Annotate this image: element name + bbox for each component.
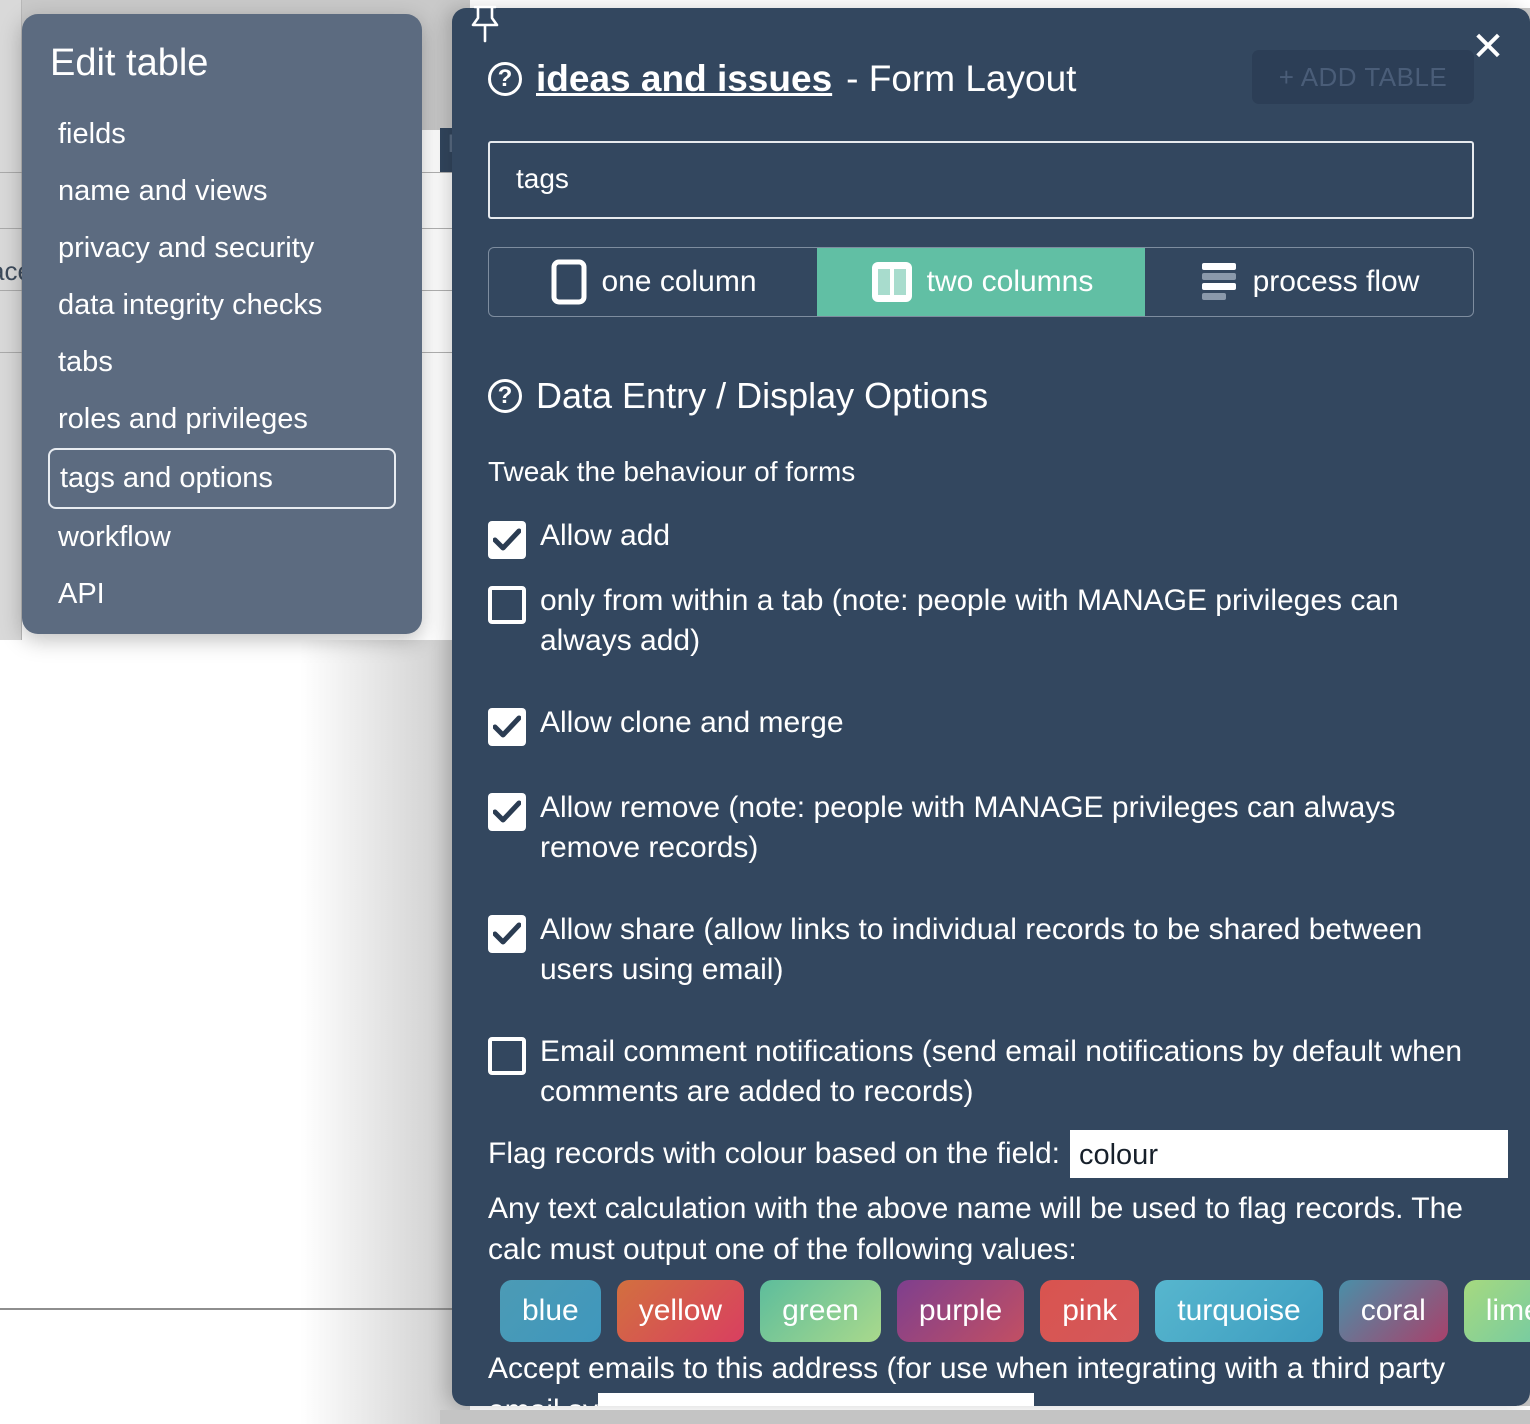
edit-table-menu: fields name and views privacy and securi… — [22, 106, 422, 623]
layout-option-label: one column — [601, 265, 757, 298]
background-sheet-divider — [0, 1308, 470, 1310]
colour-chip-blue[interactable]: blue — [500, 1280, 601, 1342]
colour-chip-turquoise[interactable]: turquoise — [1155, 1280, 1323, 1342]
colour-chip-list: blue yellow green purple pink turquoise … — [500, 1280, 1530, 1342]
two-columns-icon — [869, 259, 915, 305]
layout-option-process-flow[interactable]: process flow — [1145, 248, 1473, 316]
sidebar-item-name-and-views[interactable]: name and views — [22, 163, 422, 220]
flag-colour-description: Any text calculation with the above name… — [488, 1192, 1463, 1266]
checkbox-row-allow-add[interactable]: Allow add — [488, 516, 1488, 559]
options-checkbox-list: Allow add only from within a tab (note: … — [488, 516, 1488, 1134]
edit-table-panel: Edit table fields name and views privacy… — [22, 14, 422, 634]
sidebar-item-fields[interactable]: fields — [22, 106, 422, 163]
one-column-icon — [549, 259, 589, 305]
section-title-data-entry: ? Data Entry / Display Options — [488, 375, 988, 417]
sidebar-item-workflow[interactable]: workflow — [22, 509, 422, 566]
checkbox-row-allow-remove[interactable]: Allow remove (note: people with MANAGE p… — [488, 788, 1488, 868]
layout-option-two-columns[interactable]: two columns — [817, 248, 1145, 316]
colour-chip-green[interactable]: green — [760, 1280, 881, 1342]
accept-emails-input[interactable] — [598, 1393, 1034, 1406]
pushpin-icon[interactable] — [468, 4, 502, 44]
colour-chip-coral[interactable]: coral — [1338, 1280, 1448, 1342]
question-mark-icon[interactable]: ? — [488, 379, 522, 413]
checkbox-checked-icon[interactable] — [488, 793, 526, 831]
layout-option-label: process flow — [1252, 265, 1420, 298]
checkbox-label: Allow clone and merge — [540, 706, 844, 739]
section-subtitle: Tweak the behaviour of forms — [488, 456, 856, 487]
checkbox-row-only-from-within-tab[interactable]: only from within a tab (note: people wit… — [488, 581, 1488, 661]
sidebar-item-tags-and-options[interactable]: tags and options — [48, 448, 396, 509]
layout-option-label: two columns — [926, 265, 1094, 298]
colour-chip-lime[interactable]: lime — [1463, 1280, 1530, 1342]
add-table-button[interactable]: + ADD TABLE — [1252, 50, 1474, 104]
sidebar-item-data-integrity-checks[interactable]: data integrity checks — [22, 277, 422, 334]
app-root: P... ▲ C... ▲ Roles ▲ Fields ace to: 1) … — [0, 0, 1530, 1424]
add-table-label: + ADD TABLE — [1278, 61, 1448, 92]
checkbox-label: Allow remove (note: people with MANAGE p… — [540, 791, 1396, 864]
checkbox-label: Allow add — [540, 519, 671, 552]
layout-option-one-column[interactable]: one column — [489, 248, 817, 316]
background-fade — [300, 640, 470, 1424]
table-name-link[interactable]: ideas and issues — [536, 58, 832, 100]
checkbox-checked-icon[interactable] — [488, 521, 526, 559]
checkbox-row-allow-clone-merge[interactable]: Allow clone and merge — [488, 703, 1488, 746]
form-layout-selector: one column two columns process flow — [488, 247, 1474, 317]
modal-title: ? ideas and issues - Form Layout — [488, 58, 1076, 100]
flag-colour-input[interactable]: colour — [1069, 1130, 1508, 1178]
colour-chip-yellow[interactable]: yellow — [616, 1280, 745, 1342]
checkbox-row-allow-share[interactable]: Allow share (allow links to individual r… — [488, 910, 1488, 990]
flag-colour-label: Flag records with colour based on the fi… — [488, 1137, 1060, 1170]
checkbox-checked-icon[interactable] — [488, 915, 526, 953]
checkbox-checked-icon[interactable] — [488, 708, 526, 746]
checkbox-label: Email comment notifications (send email … — [540, 1035, 1463, 1108]
modal-bottom-shadow — [440, 1410, 1530, 1424]
checkbox-unchecked-icon[interactable] — [488, 586, 526, 624]
checkbox-row-email-comment-notifications[interactable]: Email comment notifications (send email … — [488, 1032, 1488, 1112]
sidebar-item-privacy-and-security[interactable]: privacy and security — [22, 220, 422, 277]
colour-chip-purple[interactable]: purple — [896, 1280, 1025, 1342]
colour-chip-pink[interactable]: pink — [1040, 1280, 1140, 1342]
section-title-label: Data Entry / Display Options — [536, 375, 989, 416]
edit-table-title: Edit table — [50, 42, 209, 84]
form-layout-modal: + ADD TABLE ✕ ? ideas and issues - Form … — [452, 8, 1530, 1406]
close-icon[interactable]: ✕ — [1468, 27, 1508, 68]
checkbox-unchecked-icon[interactable] — [488, 1037, 526, 1075]
checkbox-label: Allow share (allow links to individual r… — [540, 913, 1423, 986]
tags-input[interactable]: tags — [488, 141, 1474, 219]
checkbox-label: only from within a tab (note: people wit… — [540, 584, 1399, 657]
modal-title-suffix: - Form Layout — [846, 58, 1077, 99]
process-flow-icon — [1199, 259, 1241, 305]
flag-colour-field-row: Flag records with colour based on the fi… — [488, 1130, 1508, 1178]
sidebar-item-tabs[interactable]: tabs — [22, 334, 422, 391]
sidebar-item-api[interactable]: API — [22, 566, 422, 623]
sidebar-item-roles-and-privileges[interactable]: roles and privileges — [22, 391, 422, 448]
question-mark-icon[interactable]: ? — [488, 62, 522, 96]
